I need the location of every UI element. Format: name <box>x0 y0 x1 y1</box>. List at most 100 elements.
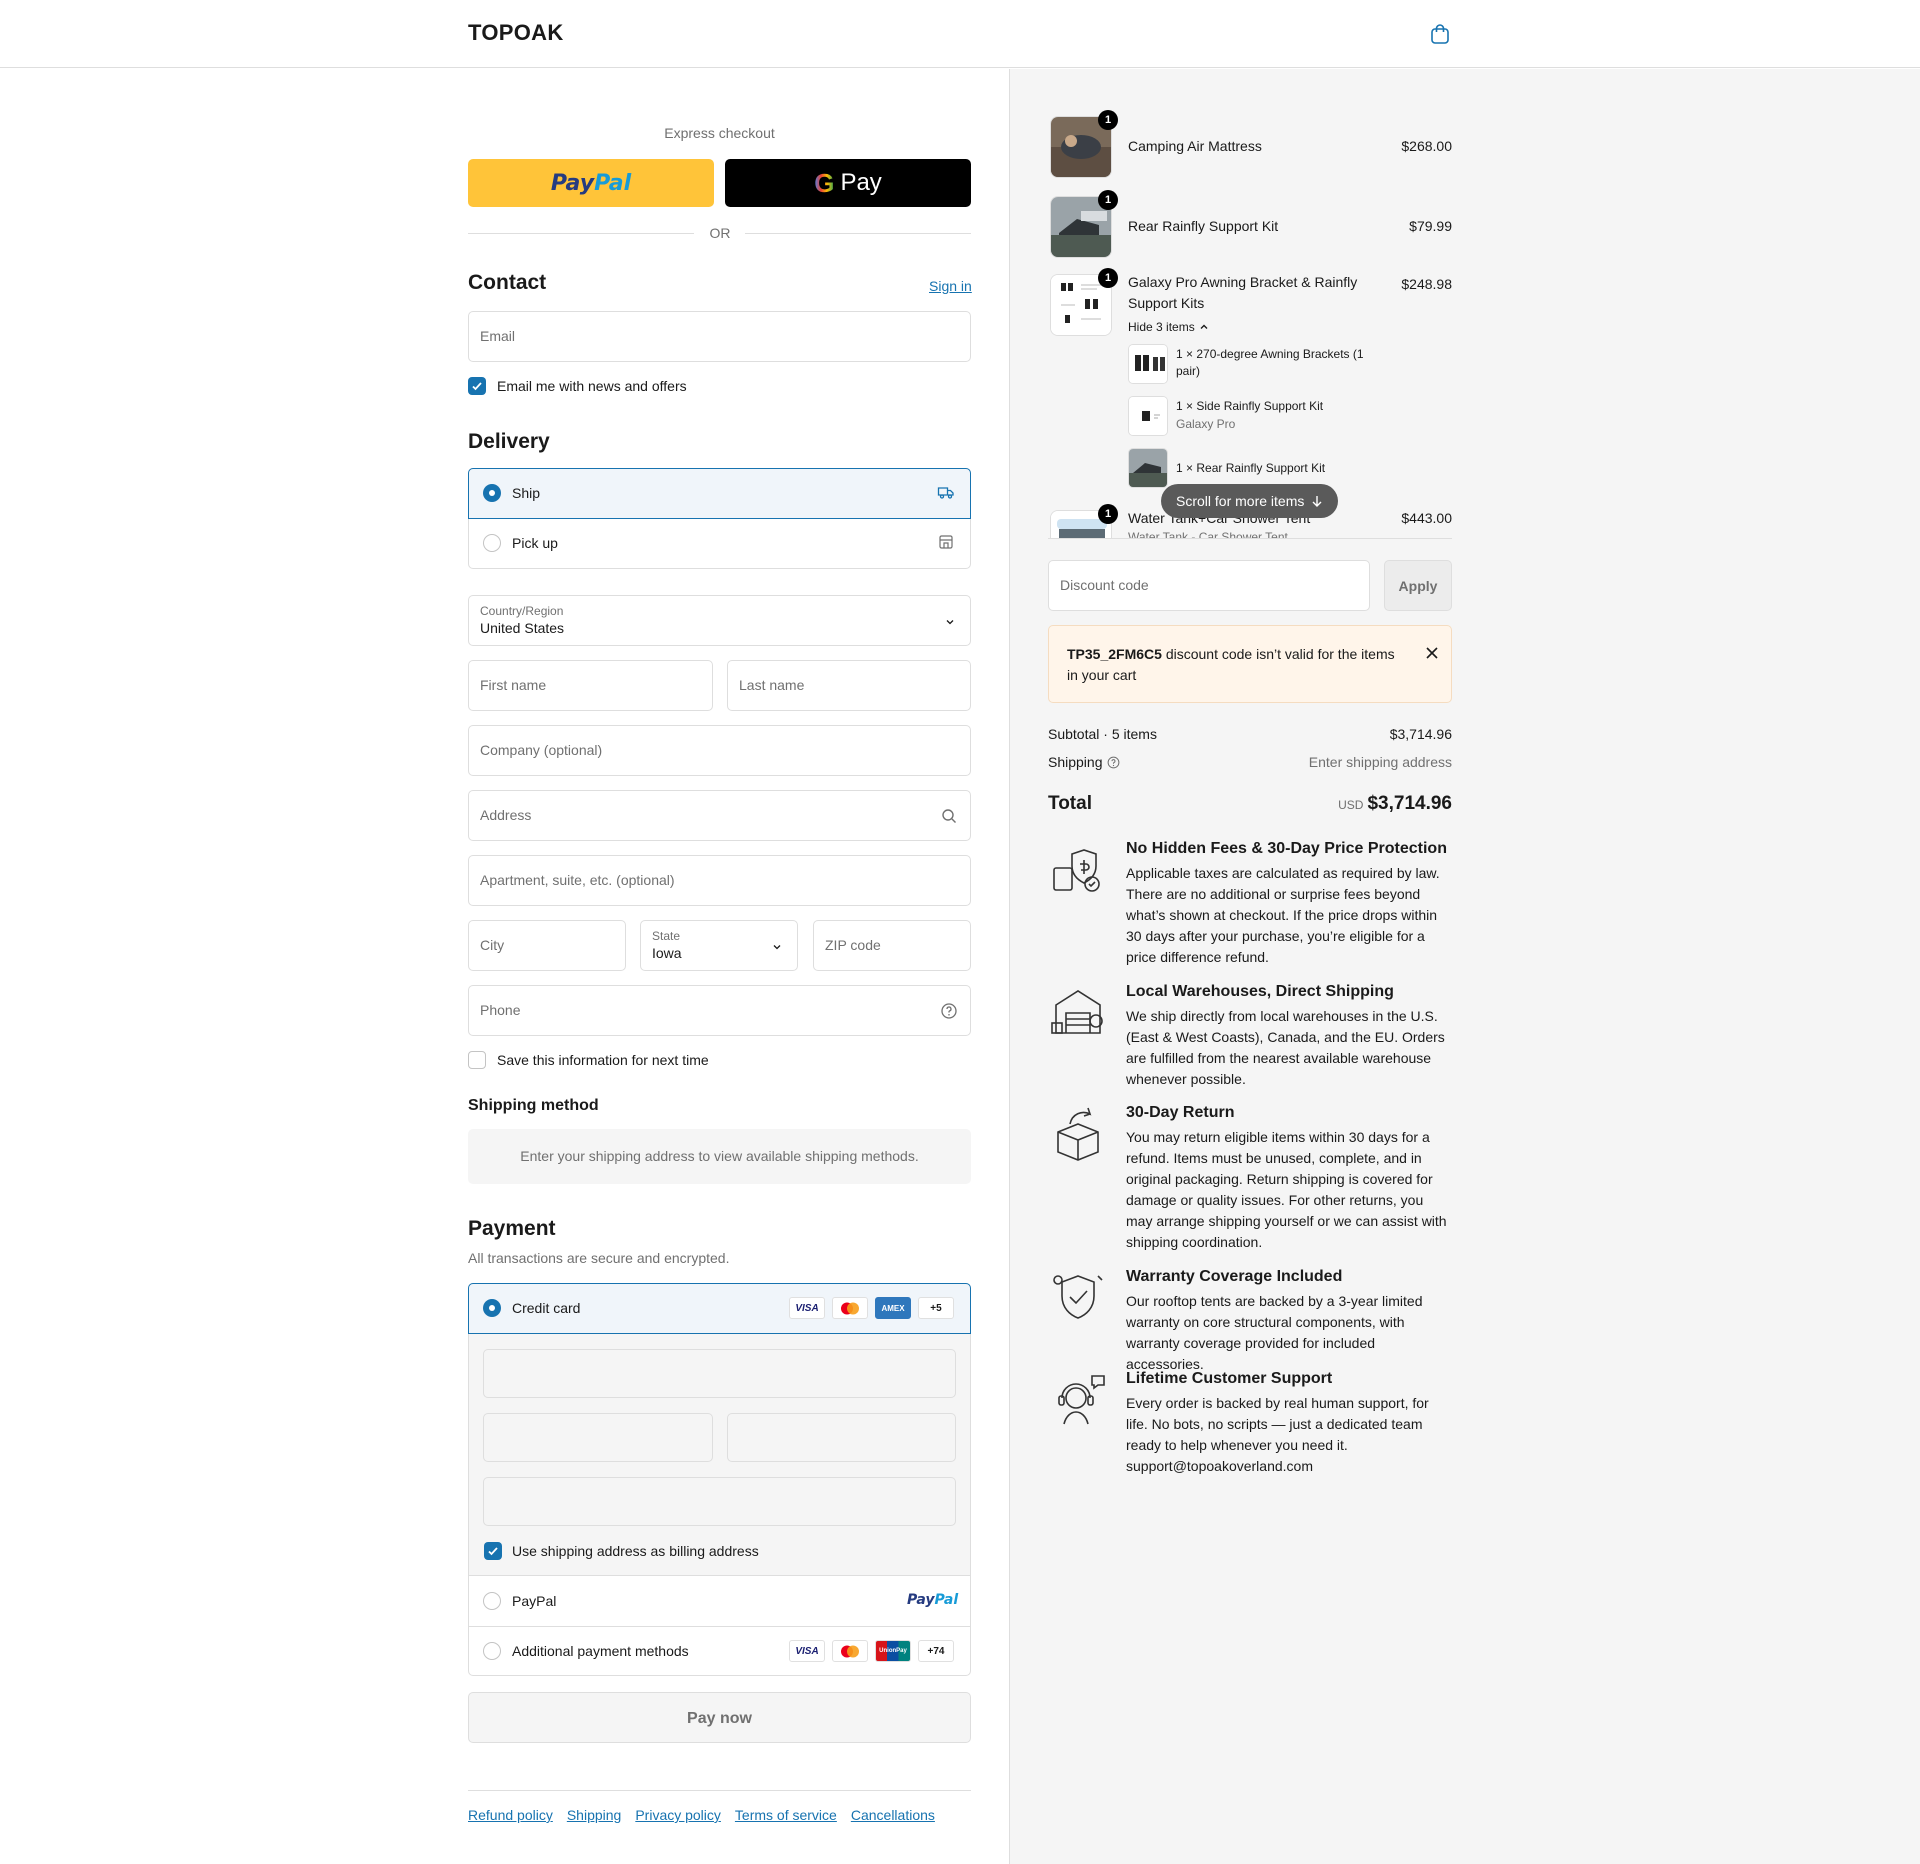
zip-placeholder: ZIP code <box>825 937 881 953</box>
bundle-item-variant: Galaxy Pro <box>1176 417 1236 431</box>
phone-placeholder: Phone <box>480 1002 521 1018</box>
payment-subtitle: All transactions are secure and encrypte… <box>468 1250 730 1266</box>
feature-body: You may return eligible items within 30 … <box>1126 1129 1447 1250</box>
payment-heading: Payment <box>468 1217 556 1240</box>
bundle-item-image <box>1128 448 1168 488</box>
pickup-radio[interactable] <box>483 534 501 552</box>
card-cvv-field[interactable] <box>727 1413 956 1462</box>
brand-logo[interactable]: TOPOAK <box>468 20 564 46</box>
footer-links: Refund policy Shipping Privacy policy Te… <box>468 1807 935 1823</box>
city-placeholder: City <box>480 937 505 953</box>
feature-body: We ship directly from local warehouses i… <box>1126 1008 1445 1087</box>
email-placeholder: Email <box>480 328 516 344</box>
last-name-field[interactable]: Last name <box>727 660 971 711</box>
quantity-badge: 1 <box>1098 190 1118 210</box>
address-placeholder: Address <box>480 807 532 823</box>
currency-code: USD <box>1338 798 1364 812</box>
credit-card-radio[interactable] <box>483 1299 501 1317</box>
apply-discount-button[interactable]: Apply <box>1384 560 1452 611</box>
google-pay-button[interactable]: G Pay <box>725 159 971 207</box>
item-price: $248.98 <box>1401 276 1452 292</box>
total-label: Total <box>1048 793 1092 814</box>
item-price: $79.99 <box>1409 218 1452 234</box>
unionpay-icon: UnionPay <box>875 1640 911 1662</box>
cart-items-list[interactable]: 1 Camping Air Mattress $268.00 1 Rear Ra… <box>1048 108 1452 538</box>
divider <box>468 233 694 234</box>
sign-in-link[interactable]: Sign in <box>929 278 972 294</box>
paypal-express-button[interactable]: PayPal <box>468 159 714 207</box>
state-value: Iowa <box>652 945 682 961</box>
support-agent-icon <box>1048 1370 1108 1430</box>
item-name: Camping Air Mattress <box>1128 138 1262 154</box>
close-icon[interactable] <box>1425 646 1439 660</box>
discount-code: TP35_2FM6C5 <box>1067 646 1162 662</box>
ship-label: Ship <box>512 485 541 501</box>
bundle-item-name: 1 × 270-degree Awning Brackets (1 pair) <box>1176 347 1364 378</box>
news-label: Email me with news and offers <box>497 378 687 394</box>
first-name-field[interactable]: First name <box>468 660 713 711</box>
phone-field[interactable]: Phone <box>468 985 971 1036</box>
card-expiry-field[interactable] <box>483 1413 713 1462</box>
feature-title: No Hidden Fees & 30-Day Price Protection <box>1126 840 1447 857</box>
divider <box>745 233 971 234</box>
quantity-badge: 1 <box>1098 504 1118 524</box>
chevron-up-icon <box>1200 324 1208 329</box>
additional-methods-label: Additional payment methods <box>512 1643 689 1659</box>
zip-field[interactable]: ZIP code <box>813 920 971 971</box>
shopping-bag-icon[interactable] <box>1428 22 1452 46</box>
address-field[interactable]: Address <box>468 790 971 841</box>
search-icon <box>942 809 956 823</box>
discount-code-field[interactable]: Discount code <box>1048 560 1370 611</box>
save-info-checkbox[interactable] <box>468 1051 486 1069</box>
item-name: Galaxy Pro Awning Bracket & Rainfly Supp… <box>1128 274 1358 311</box>
amex-icon: AMEX <box>875 1297 911 1319</box>
card-number-field[interactable] <box>483 1349 956 1398</box>
email-field[interactable]: Email <box>468 311 971 362</box>
visa-icon: VISA <box>789 1640 825 1662</box>
help-circle-icon[interactable] <box>1107 756 1120 769</box>
shipping-method-heading: Shipping method <box>468 1097 599 1114</box>
support-email[interactable]: support@topoakoverland.com <box>1126 1458 1313 1474</box>
ship-option[interactable] <box>468 468 971 519</box>
subtotal-value: $3,714.96 <box>1389 726 1452 742</box>
bundle-item-name: 1 × Side Rainfly Support Kit <box>1176 399 1324 413</box>
billing-same-checkbox[interactable] <box>484 1542 502 1560</box>
city-field[interactable]: City <box>468 920 626 971</box>
news-checkbox[interactable] <box>468 377 486 395</box>
refund-policy-link[interactable]: Refund policy <box>468 1807 553 1823</box>
total-amount: USD $3,714.96 <box>1250 793 1452 815</box>
pay-now-button[interactable]: Pay now <box>468 1692 971 1743</box>
total-value: $3,714.96 <box>1367 793 1452 814</box>
pickup-label: Pick up <box>512 535 558 551</box>
feature-body: Applicable taxes are calculated as requi… <box>1126 865 1440 965</box>
chevron-down-icon <box>773 945 781 950</box>
card-name-field[interactable] <box>483 1477 956 1526</box>
header: TOPOAK <box>0 0 1920 68</box>
company-field[interactable]: Company (optional) <box>468 725 971 776</box>
country-select[interactable]: Country/Region United States <box>468 595 971 646</box>
truck-icon <box>937 484 955 505</box>
shipping-policy-link[interactable]: Shipping <box>567 1807 622 1823</box>
ship-radio[interactable] <box>483 484 501 502</box>
state-label: State <box>652 929 681 943</box>
help-circle-icon[interactable] <box>940 1002 958 1020</box>
apartment-field[interactable]: Apartment, suite, etc. (optional) <box>468 855 971 906</box>
terms-link[interactable]: Terms of service <box>735 1807 837 1823</box>
cancellations-link[interactable]: Cancellations <box>851 1807 935 1823</box>
state-select[interactable]: State Iowa <box>640 920 798 971</box>
paypal-radio[interactable] <box>483 1592 501 1610</box>
privacy-policy-link[interactable]: Privacy policy <box>635 1807 721 1823</box>
warehouse-icon <box>1048 983 1108 1043</box>
shield-price-icon <box>1048 840 1108 900</box>
or-separator: OR <box>709 225 731 241</box>
shipping-method-message: Enter your shipping address to view avai… <box>468 1129 971 1184</box>
apartment-placeholder: Apartment, suite, etc. (optional) <box>480 872 675 888</box>
additional-methods-radio[interactable] <box>483 1642 501 1660</box>
country-value: United States <box>480 620 565 636</box>
paypal-logo: PayPal <box>907 1592 959 1608</box>
chevron-down-icon <box>946 620 954 625</box>
scroll-more-button[interactable]: Scroll for more items <box>1161 484 1338 518</box>
feature-body-text: Every order is backed by real human supp… <box>1126 1395 1429 1453</box>
hide-items-toggle[interactable]: Hide 3 items <box>1128 320 1209 334</box>
visa-icon: VISA <box>789 1297 825 1319</box>
